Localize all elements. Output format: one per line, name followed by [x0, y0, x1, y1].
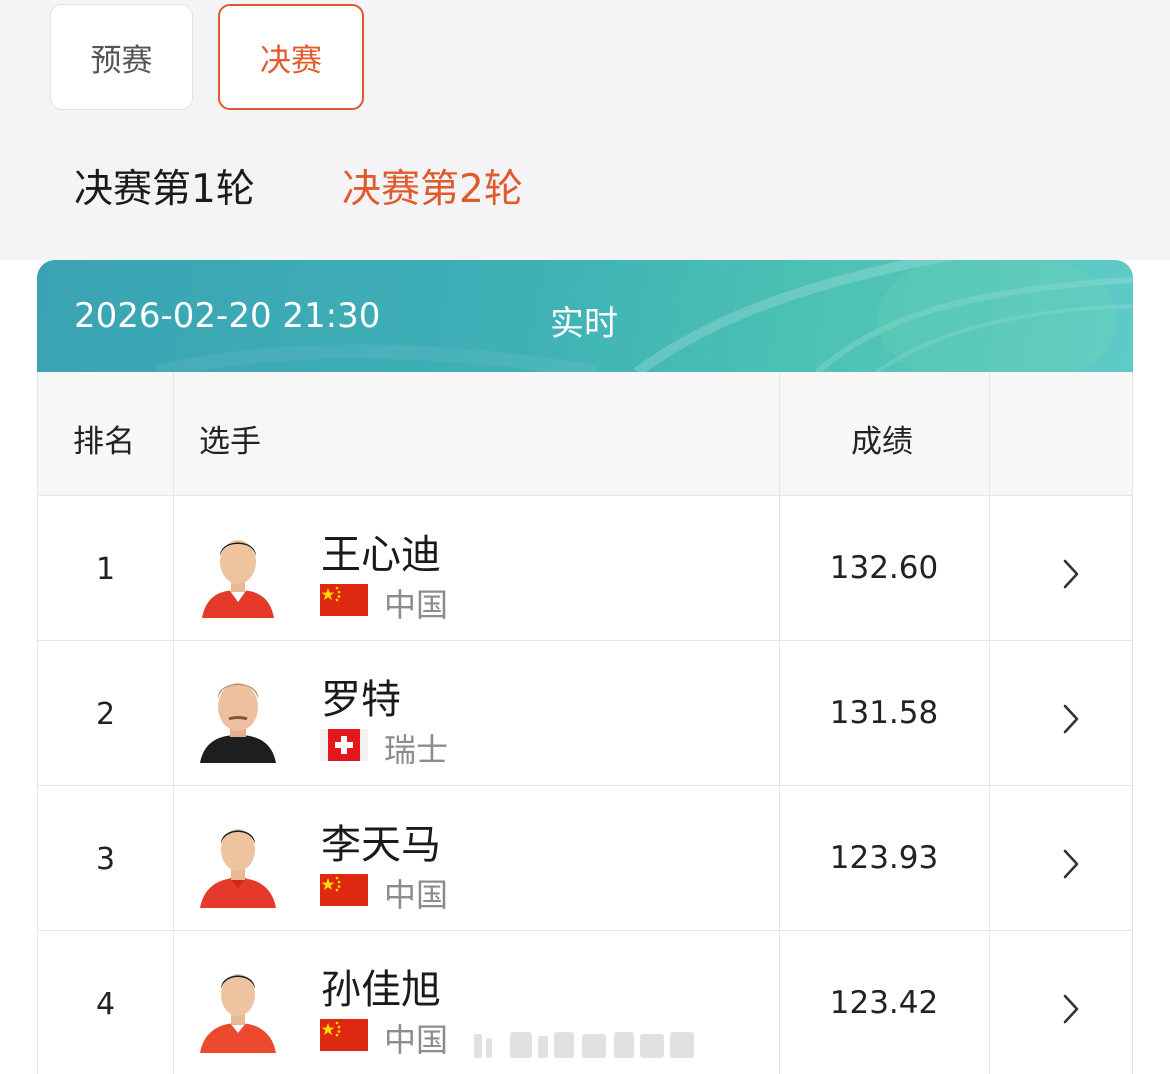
table-row[interactable]: 1 王心迪 中国 132.60	[38, 496, 1132, 641]
header-score: 成绩	[851, 424, 913, 460]
tab-prelim[interactable]: 预赛	[50, 4, 193, 110]
header-rank: 排名	[73, 424, 135, 460]
chevron-right-icon[interactable]	[1060, 993, 1082, 1025]
athlete-country: 中国	[384, 876, 449, 914]
score-value: 123.42	[829, 985, 939, 1021]
athlete-name: 王心迪	[321, 532, 441, 578]
table-row[interactable]: 2 罗特 瑞士 131.58	[38, 641, 1132, 786]
athlete-country: 中国	[384, 1021, 449, 1059]
athlete-avatar	[200, 683, 276, 763]
top-area: 预赛 决赛 决赛第1轮 决赛第2轮	[0, 0, 1170, 260]
chevron-right-icon[interactable]	[1060, 703, 1082, 735]
event-banner: 2026-02-20 21:30 实时	[37, 260, 1133, 372]
column-divider	[779, 372, 780, 1074]
athlete-avatar	[200, 829, 276, 908]
rank-value: 3	[95, 842, 116, 877]
switzerland-flag-icon	[320, 729, 368, 761]
score-value: 123.93	[829, 840, 939, 876]
athlete-name: 罗特	[321, 677, 401, 723]
rank-value: 2	[95, 697, 116, 732]
watermark-logo	[474, 1032, 694, 1058]
chevron-right-icon[interactable]	[1060, 848, 1082, 880]
athlete-avatar	[200, 974, 276, 1053]
tab-final-round-2[interactable]: 决赛第2轮	[342, 158, 523, 214]
china-flag-icon	[320, 874, 368, 906]
score-value: 132.60	[829, 550, 939, 586]
rank-value: 1	[95, 552, 116, 587]
athlete-avatar	[202, 540, 274, 618]
china-flag-icon	[320, 584, 368, 616]
athlete-name: 李天马	[321, 822, 441, 868]
column-divider	[173, 372, 174, 1074]
results-table: 排名 选手 成绩 1 王心迪 中国 132.60 2 罗特 瑞士 131.58 …	[37, 372, 1133, 1074]
table-header: 排名 选手 成绩	[38, 372, 1132, 496]
tab-final[interactable]: 决赛	[218, 4, 364, 110]
china-flag-icon	[320, 1019, 368, 1051]
athlete-name: 孙佳旭	[321, 967, 441, 1013]
event-time: 2026-02-20 21:30	[74, 296, 381, 336]
chevron-right-icon[interactable]	[1060, 558, 1082, 590]
athlete-country: 瑞士	[384, 731, 449, 769]
live-status: 实时	[550, 304, 618, 344]
score-value: 131.58	[829, 695, 939, 731]
column-divider	[989, 372, 990, 1074]
rank-value: 4	[95, 987, 116, 1022]
table-row[interactable]: 3 李天马 中国 123.93	[38, 786, 1132, 931]
header-player: 选手	[199, 424, 261, 460]
tab-final-round-1[interactable]: 决赛第1轮	[74, 158, 255, 214]
athlete-country: 中国	[384, 586, 449, 624]
